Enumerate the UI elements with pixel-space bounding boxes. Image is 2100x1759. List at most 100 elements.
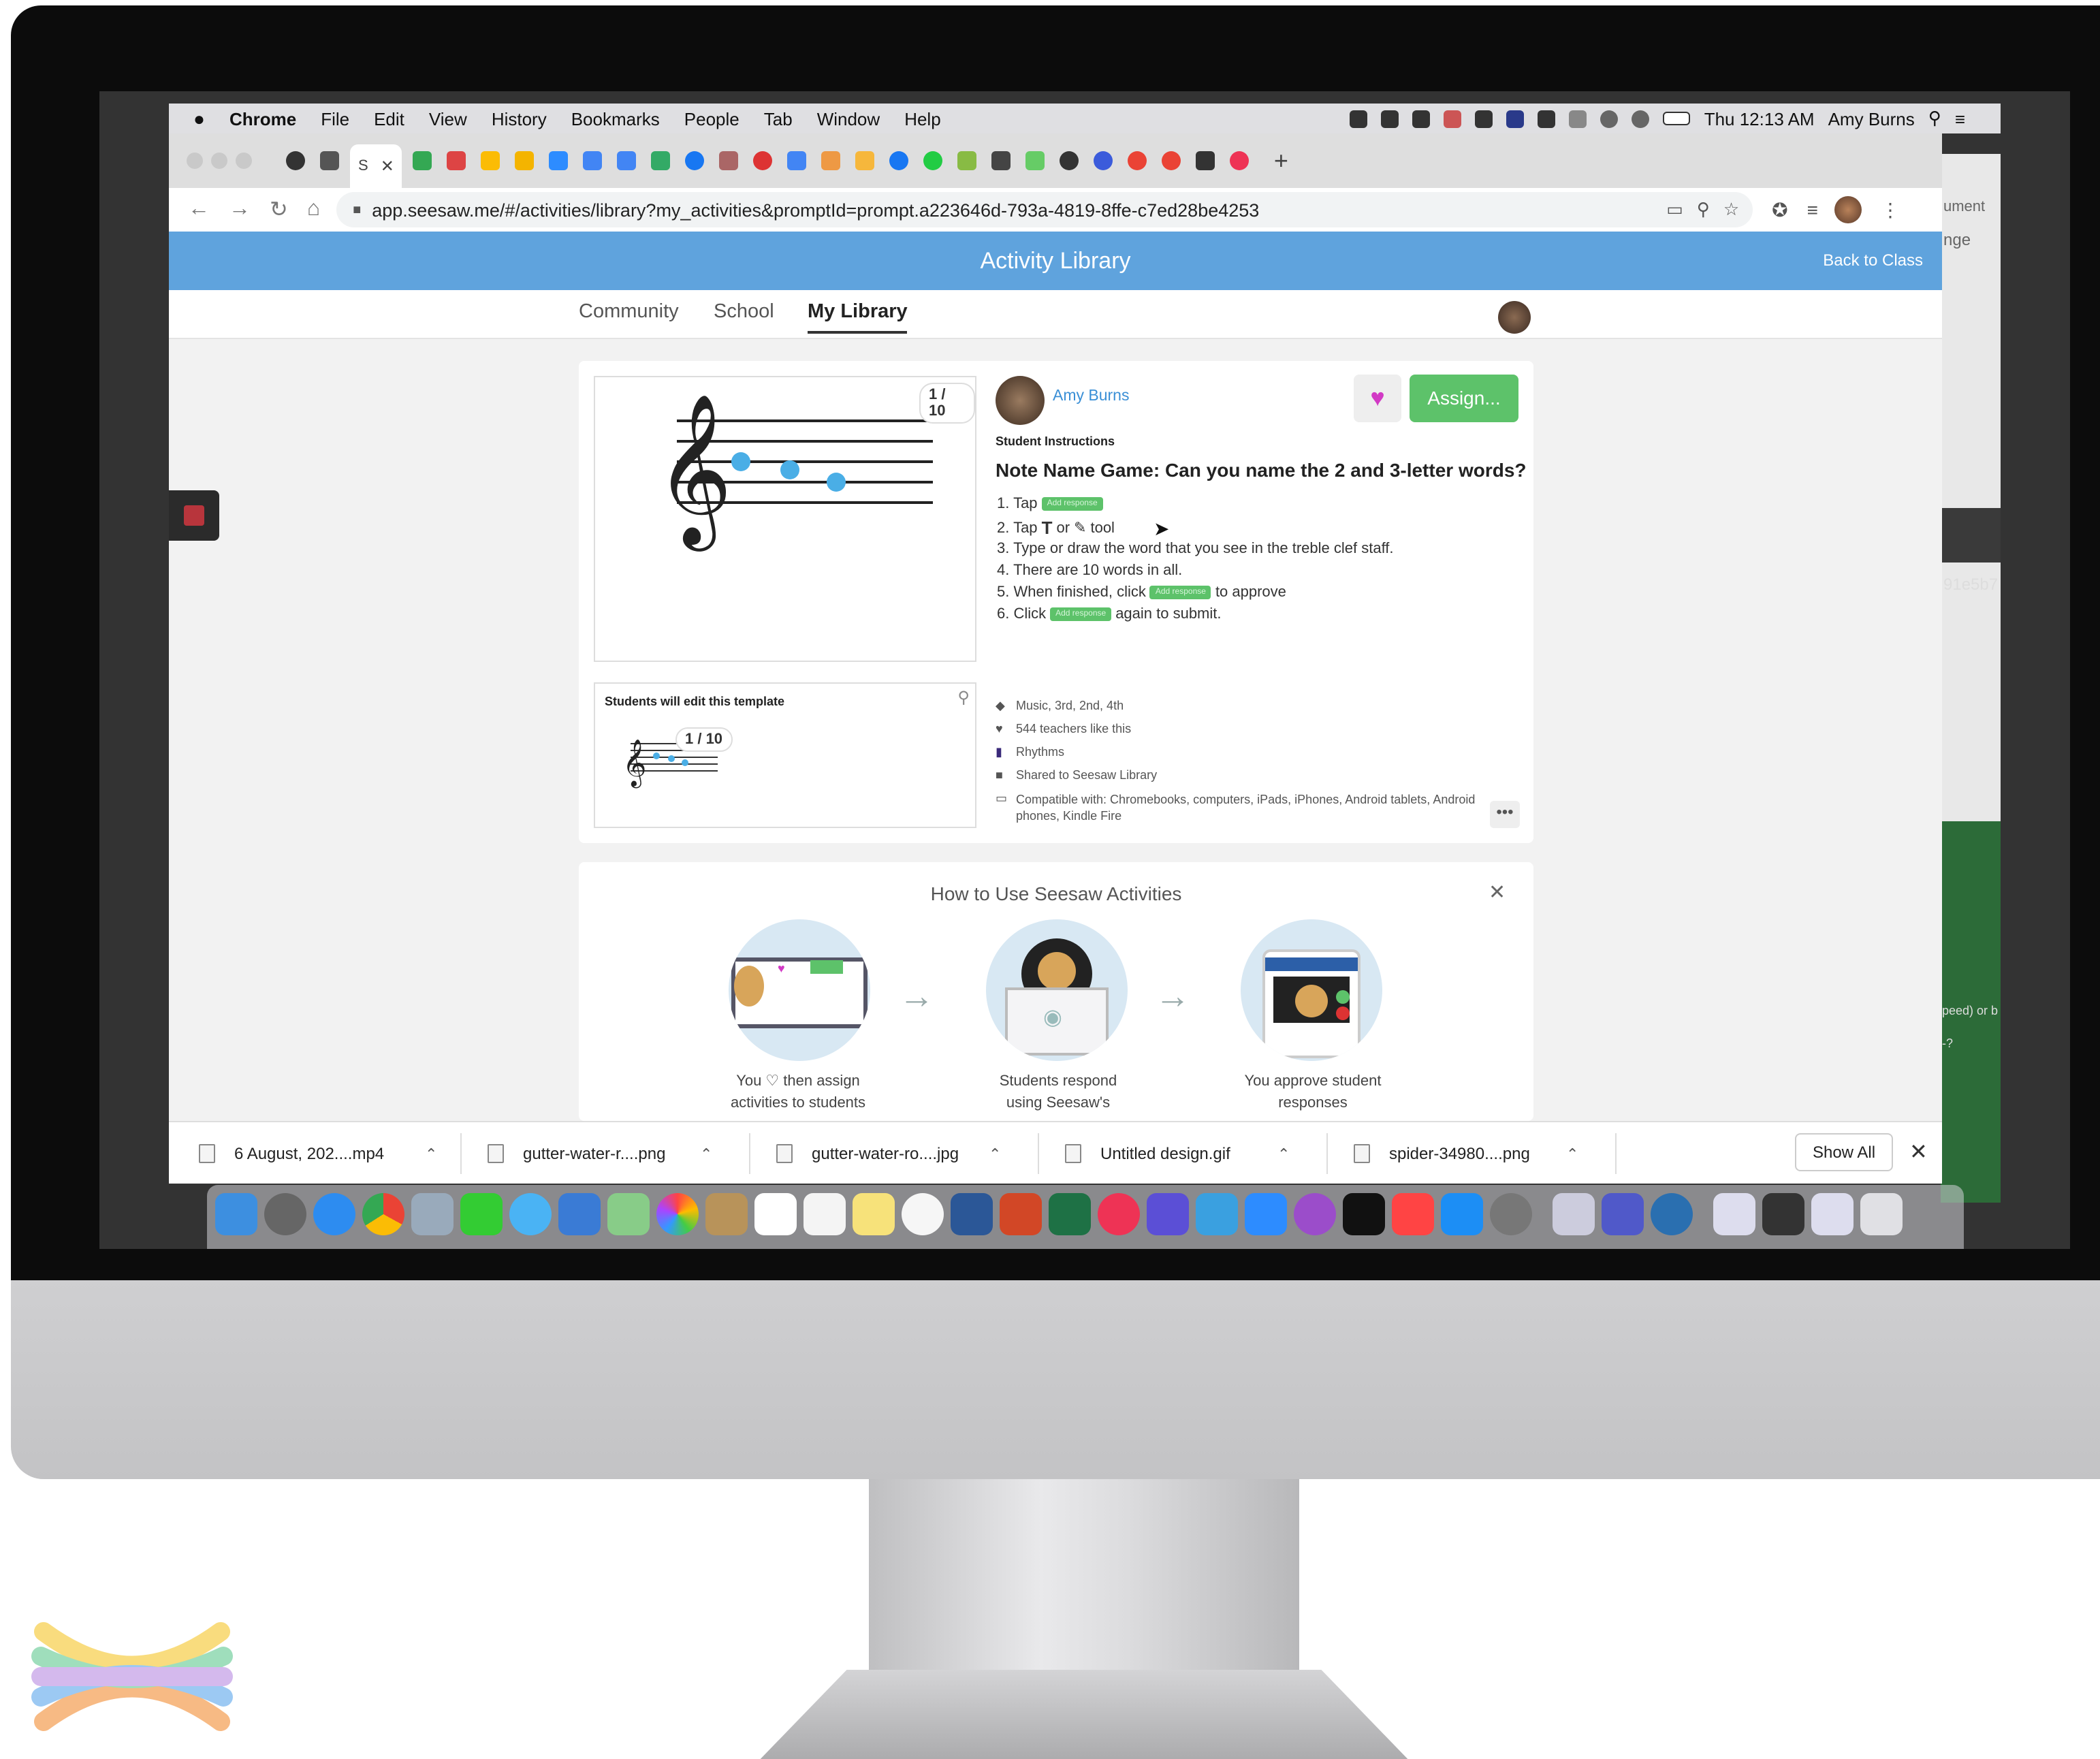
browser-tab[interactable] — [1022, 143, 1049, 178]
download-filename[interactable]: Untitled design.gif — [1100, 1144, 1277, 1163]
trash-icon[interactable] — [1860, 1193, 1903, 1235]
app-icon[interactable] — [1762, 1193, 1804, 1235]
template-preview[interactable]: Students will edit this template ⚲ 𝄞 1 /… — [594, 682, 976, 828]
browser-tab[interactable] — [954, 143, 981, 178]
url-text[interactable]: app.seesaw.me/#/activities/library?my_ac… — [372, 200, 1653, 220]
apple-icon[interactable]: ● — [193, 108, 205, 129]
activity-preview[interactable]: 𝄞 1 / 10 — [594, 376, 976, 662]
app-icon[interactable] — [1196, 1193, 1238, 1235]
attachment-icon[interactable]: ⚲ — [957, 688, 970, 707]
browser-tab[interactable] — [614, 143, 641, 178]
menubar-user[interactable]: Amy Burns — [1828, 108, 1915, 129]
like-button[interactable]: ♥ — [1354, 375, 1401, 422]
cast-icon[interactable]: ▭ — [1666, 199, 1683, 221]
spotlight-icon[interactable]: ⚲ — [1928, 108, 1941, 129]
system-preferences-icon[interactable] — [1490, 1193, 1532, 1235]
menu-file[interactable]: File — [321, 108, 349, 129]
menu-window[interactable]: Window — [817, 108, 880, 129]
tab-community[interactable]: Community — [579, 301, 679, 323]
app-icon[interactable] — [1098, 1193, 1140, 1235]
download-filename[interactable]: spider-34980....png — [1389, 1144, 1566, 1163]
more-options-button[interactable]: ••• — [1490, 801, 1520, 828]
browser-tab[interactable] — [988, 143, 1015, 178]
teams-icon[interactable] — [1602, 1193, 1644, 1235]
zoom-icon[interactable]: ⚲ — [1697, 199, 1710, 221]
menu-help[interactable]: Help — [904, 108, 941, 129]
browser-tab[interactable] — [1090, 143, 1117, 178]
facetime-icon[interactable] — [460, 1193, 503, 1235]
download-filename[interactable]: gutter-water-r....png — [523, 1144, 700, 1163]
download-filename[interactable]: 6 August, 202....mp4 — [234, 1144, 425, 1163]
contacts-icon[interactable] — [705, 1193, 748, 1235]
back-icon[interactable]: ← — [188, 197, 210, 222]
browser-tab[interactable] — [1158, 143, 1186, 178]
chevron-up-icon[interactable]: ⌃ — [425, 1145, 437, 1162]
show-all-button[interactable]: Show All — [1795, 1133, 1893, 1171]
forward-icon[interactable]: → — [229, 197, 251, 222]
browser-tab[interactable] — [1226, 143, 1254, 178]
chevron-up-icon[interactable]: ⌃ — [700, 1145, 712, 1162]
messages-icon[interactable] — [509, 1193, 552, 1235]
menu-app-name[interactable]: Chrome — [229, 108, 296, 129]
reload-icon[interactable]: ↻ — [270, 196, 288, 223]
browser-tab[interactable] — [682, 143, 709, 178]
browser-tab[interactable] — [316, 143, 343, 178]
chevron-up-icon[interactable]: ⌃ — [1566, 1145, 1578, 1162]
safari-icon[interactable] — [313, 1193, 355, 1235]
menu-people[interactable]: People — [684, 108, 739, 129]
download-item[interactable]: gutter-water-ro....jpg ⌃ — [776, 1122, 1019, 1185]
close-downloads-icon[interactable]: ✕ — [1909, 1139, 1928, 1166]
powerpoint-icon[interactable] — [1000, 1193, 1042, 1235]
word-icon[interactable] — [951, 1193, 993, 1235]
music-icon[interactable] — [902, 1193, 944, 1235]
browser-tab[interactable] — [784, 143, 811, 178]
menu-bookmarks[interactable]: Bookmarks — [571, 108, 660, 129]
browser-tab[interactable] — [579, 143, 607, 178]
status-icon[interactable] — [1350, 110, 1368, 127]
time-machine-icon[interactable] — [1600, 110, 1619, 127]
menu-history[interactable]: History — [492, 108, 547, 129]
chevron-up-icon[interactable]: ⌃ — [989, 1145, 1001, 1162]
quicktime-icon[interactable] — [1651, 1193, 1693, 1235]
browser-tab[interactable] — [648, 143, 675, 178]
calendar-icon[interactable] — [754, 1193, 797, 1235]
reminders-icon[interactable] — [804, 1193, 846, 1235]
menu-tab[interactable]: Tab — [764, 108, 793, 129]
airplay-icon[interactable] — [1538, 110, 1556, 127]
preview-icon[interactable] — [411, 1193, 454, 1235]
lock-icon[interactable]: ■ — [353, 202, 361, 217]
status-icon[interactable] — [1506, 110, 1525, 127]
status-icon[interactable] — [1412, 110, 1431, 127]
finder-icon[interactable] — [215, 1193, 257, 1235]
maps-icon[interactable] — [607, 1193, 650, 1235]
author-avatar[interactable] — [996, 376, 1045, 425]
notification-center-icon[interactable]: ≡ — [1955, 108, 1965, 129]
app-store-icon[interactable] — [1441, 1193, 1483, 1235]
battery-icon[interactable] — [1663, 112, 1691, 125]
notes-icon[interactable] — [853, 1193, 895, 1235]
menu-view[interactable]: View — [429, 108, 467, 129]
browser-tab[interactable] — [1056, 143, 1083, 178]
status-icon[interactable] — [1381, 110, 1399, 127]
profile-avatar[interactable] — [1834, 196, 1862, 223]
imovie-icon[interactable] — [1147, 1193, 1189, 1235]
browser-tab[interactable] — [443, 143, 471, 178]
back-to-class-link[interactable]: Back to Class — [1823, 251, 1923, 270]
zoom-icon[interactable] — [1245, 1193, 1287, 1235]
status-icon[interactable] — [1444, 110, 1462, 127]
download-filename[interactable]: gutter-water-ro....jpg — [812, 1144, 989, 1163]
reading-list-icon[interactable]: ≡ — [1807, 199, 1818, 221]
apple-tv-icon[interactable] — [1343, 1193, 1385, 1235]
browser-tab[interactable] — [750, 143, 777, 178]
close-tab-icon[interactable]: ✕ — [381, 157, 394, 176]
chevron-up-icon[interactable]: ⌃ — [1277, 1145, 1290, 1162]
keynote-icon[interactable] — [558, 1193, 601, 1235]
browser-tab[interactable] — [1192, 143, 1220, 178]
stop-recording-button[interactable] — [169, 490, 219, 541]
browser-tab[interactable] — [852, 143, 879, 178]
close-icon[interactable]: ✕ — [1489, 880, 1506, 904]
address-bar[interactable]: ■ app.seesaw.me/#/activities/library?my_… — [336, 192, 1753, 227]
podcasts-icon[interactable] — [1294, 1193, 1336, 1235]
download-item[interactable]: 6 August, 202....mp4 ⌃ — [199, 1122, 455, 1185]
browser-tab[interactable] — [545, 143, 573, 178]
